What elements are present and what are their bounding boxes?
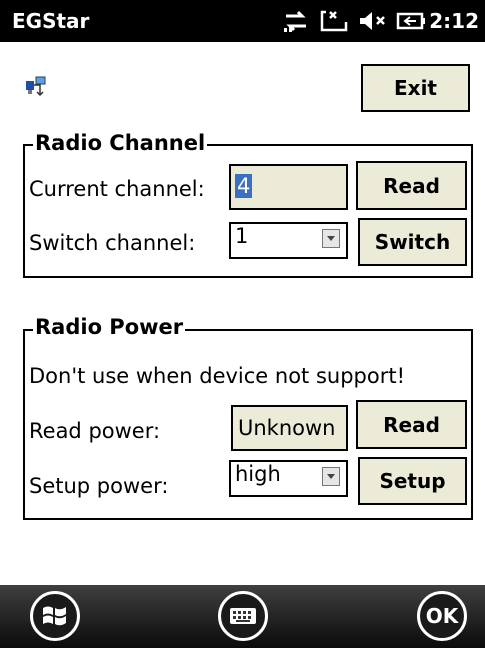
dropdown-arrow-icon[interactable] <box>322 229 340 248</box>
soft-key-bar: OK <box>0 585 485 648</box>
current-channel-label: Current channel: <box>29 177 205 201</box>
app-title: EGStar <box>12 9 90 33</box>
setup-power-value: high <box>235 462 281 486</box>
clock: 2:12 <box>429 9 479 33</box>
setup-power-select[interactable]: high <box>229 460 348 497</box>
read-power-field: Unknown <box>231 405 348 451</box>
status-bar: EGStar 2:12 <box>0 0 485 42</box>
dropdown-arrow-icon[interactable] <box>322 467 340 486</box>
read-power-button[interactable]: Read <box>356 400 467 449</box>
read-power-label: Read power: <box>29 419 161 443</box>
ok-label: OK <box>425 604 459 628</box>
setup-button[interactable]: Setup <box>358 457 467 505</box>
current-channel-value: 4 <box>235 174 253 198</box>
radio-channel-title: Radio Channel <box>33 131 208 155</box>
power-warning-text: Don't use when device not support! <box>29 364 406 388</box>
setup-power-label: Setup power: <box>29 474 169 498</box>
read-channel-button[interactable]: Read <box>356 161 467 210</box>
read-power-value: Unknown <box>238 416 336 440</box>
keyboard-icon <box>230 608 256 624</box>
speaker-muted-icon <box>360 12 385 30</box>
ok-button[interactable]: OK <box>417 591 467 641</box>
switch-channel-label: Switch channel: <box>29 231 196 255</box>
windows-start-button[interactable] <box>30 591 80 641</box>
radio-power-title: Radio Power <box>33 315 186 339</box>
keyboard-button[interactable] <box>218 591 268 641</box>
switch-channel-value: 1 <box>235 224 249 248</box>
switch-button[interactable]: Switch <box>358 218 467 266</box>
switch-channel-select[interactable]: 1 <box>229 222 348 259</box>
network-adapter-icon <box>26 76 46 97</box>
windows-start-icon <box>43 606 66 626</box>
battery-icon <box>396 12 425 30</box>
data-sync-icon <box>320 10 348 32</box>
current-channel-field[interactable]: 4 <box>229 164 348 210</box>
connectivity-icon <box>284 10 306 32</box>
exit-button[interactable]: Exit <box>361 64 470 112</box>
